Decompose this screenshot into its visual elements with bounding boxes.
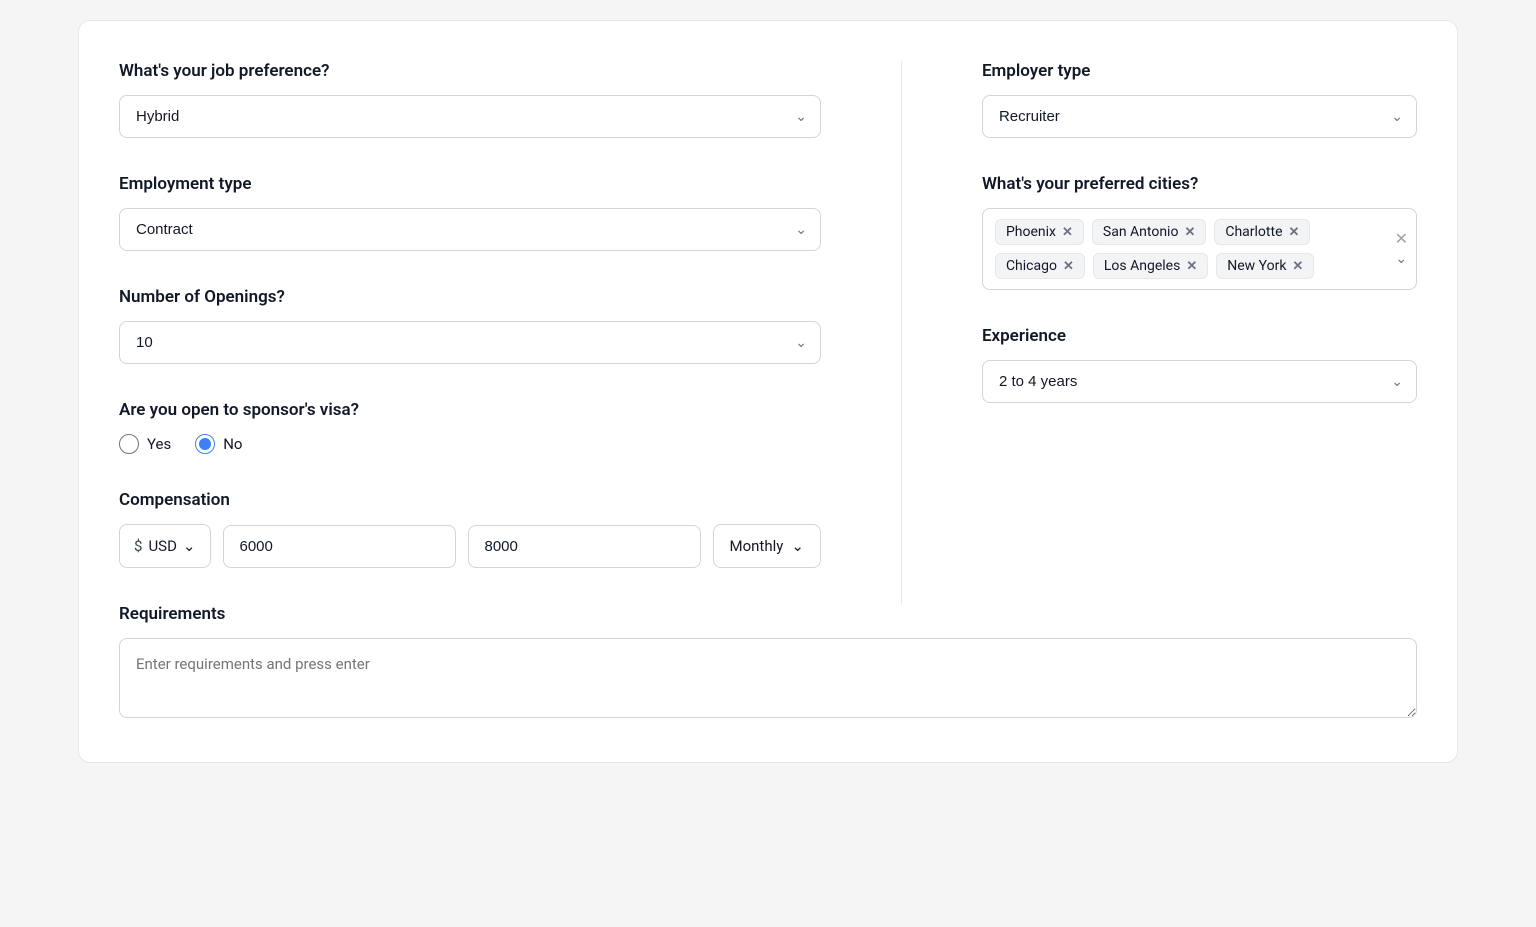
sponsor-visa-label: Are you open to sponsor's visa? — [119, 400, 821, 420]
number-openings-section: Number of Openings? 10 ⌄ — [119, 287, 821, 364]
currency-value: USD — [148, 537, 176, 555]
sponsor-visa-no-radio[interactable] — [195, 434, 215, 454]
comp-max-input[interactable] — [468, 525, 701, 568]
employment-type-select[interactable]: Contract — [119, 208, 821, 251]
employment-type-label: Employment type — [119, 174, 821, 194]
comp-min-input[interactable] — [223, 525, 456, 568]
employer-type-label: Employer type — [982, 61, 1417, 81]
compensation-label: Compensation — [119, 490, 821, 510]
experience-select[interactable]: 2 to 4 years — [982, 360, 1417, 403]
requirements-input[interactable] — [119, 638, 1417, 718]
city-tag-phoenix-remove[interactable]: ✕ — [1062, 226, 1073, 239]
cities-chevron-icon[interactable]: ⌄ — [1395, 251, 1407, 267]
sponsor-visa-no-text: No — [223, 435, 242, 453]
job-preference-section: What's your job preference? Hybrid ⌄ — [119, 61, 821, 138]
left-column: What's your job preference? Hybrid ⌄ Emp… — [119, 61, 902, 604]
city-tag-phoenix-label: Phoenix — [1006, 224, 1056, 240]
city-tag-new-york-remove[interactable]: ✕ — [1292, 260, 1303, 273]
employer-type-section: Employer type Recruiter ⌄ — [982, 61, 1417, 138]
experience-section: Experience 2 to 4 years ⌄ — [982, 326, 1417, 403]
cities-clear-icon[interactable]: ✕ — [1395, 231, 1408, 247]
requirements-section: Requirements — [119, 604, 1417, 722]
city-tag-charlotte: Charlotte ✕ — [1214, 219, 1310, 245]
period-value: Monthly — [730, 537, 784, 555]
city-tag-chicago: Chicago ✕ — [995, 253, 1085, 279]
city-tag-san-antonio: San Antonio ✕ — [1092, 219, 1206, 245]
sponsor-visa-yes-text: Yes — [147, 435, 171, 453]
city-tag-los-angeles-remove[interactable]: ✕ — [1186, 260, 1197, 273]
city-tag-san-antonio-remove[interactable]: ✕ — [1184, 226, 1195, 239]
city-tag-charlotte-label: Charlotte — [1225, 224, 1282, 240]
employer-type-select[interactable]: Recruiter — [982, 95, 1417, 138]
sponsor-visa-radio-group: Yes No — [119, 434, 821, 454]
city-tag-new-york-label: New York — [1227, 258, 1286, 274]
city-tag-los-angeles: Los Angeles ✕ — [1093, 253, 1208, 279]
city-tag-los-angeles-label: Los Angeles — [1104, 258, 1180, 274]
number-openings-wrapper: 10 ⌄ — [119, 321, 821, 364]
preferred-cities-label: What's your preferred cities? — [982, 174, 1417, 194]
city-tag-new-york: New York ✕ — [1216, 253, 1314, 279]
form-card: What's your job preference? Hybrid ⌄ Emp… — [78, 20, 1458, 763]
city-tag-chicago-label: Chicago — [1006, 258, 1057, 274]
compensation-section: Compensation $ USD ⌄ Monthly ⌄ — [119, 490, 821, 568]
cities-controls: ✕ ⌄ — [1395, 231, 1408, 267]
job-preference-wrapper: Hybrid ⌄ — [119, 95, 821, 138]
requirements-label: Requirements — [119, 604, 1417, 624]
employment-type-wrapper: Contract ⌄ — [119, 208, 821, 251]
employment-type-section: Employment type Contract ⌄ — [119, 174, 821, 251]
number-openings-label: Number of Openings? — [119, 287, 821, 307]
job-preference-select[interactable]: Hybrid — [119, 95, 821, 138]
employer-type-wrapper: Recruiter ⌄ — [982, 95, 1417, 138]
currency-chevron-icon: ⌄ — [183, 537, 196, 555]
number-openings-select[interactable]: 10 — [119, 321, 821, 364]
right-column: Employer type Recruiter ⌄ What's your pr… — [982, 61, 1417, 604]
sponsor-visa-yes-label[interactable]: Yes — [119, 434, 171, 454]
cities-wrapper[interactable]: Phoenix ✕ San Antonio ✕ Charlotte ✕ Chic… — [982, 208, 1417, 290]
job-preference-label: What's your job preference? — [119, 61, 821, 81]
sponsor-visa-no-label[interactable]: No — [195, 434, 242, 454]
experience-wrapper: 2 to 4 years ⌄ — [982, 360, 1417, 403]
city-tag-charlotte-remove[interactable]: ✕ — [1289, 226, 1300, 239]
period-select[interactable]: Monthly ⌄ — [713, 524, 821, 568]
experience-label: Experience — [982, 326, 1417, 346]
dollar-sign-icon: $ — [134, 537, 142, 555]
compensation-row: $ USD ⌄ Monthly ⌄ — [119, 524, 821, 568]
city-tag-san-antonio-label: San Antonio — [1103, 224, 1179, 240]
sponsor-visa-section: Are you open to sponsor's visa? Yes No — [119, 400, 821, 454]
city-tag-phoenix: Phoenix ✕ — [995, 219, 1084, 245]
currency-select[interactable]: $ USD ⌄ — [119, 524, 211, 568]
preferred-cities-section: What's your preferred cities? Phoenix ✕ … — [982, 174, 1417, 290]
period-chevron-icon: ⌄ — [791, 537, 804, 555]
sponsor-visa-yes-radio[interactable] — [119, 434, 139, 454]
city-tag-chicago-remove[interactable]: ✕ — [1063, 260, 1074, 273]
